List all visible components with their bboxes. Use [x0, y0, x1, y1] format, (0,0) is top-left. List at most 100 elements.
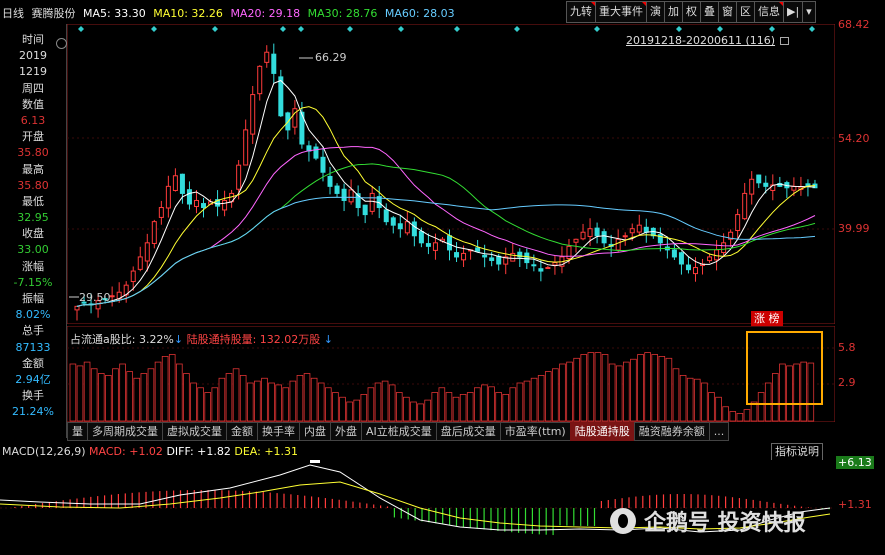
tab-multi-period-volume[interactable]: 多周期成交量	[87, 422, 163, 441]
candle-body	[109, 295, 115, 298]
play-end-icon[interactable]: ▶|	[783, 1, 804, 23]
holding-bar	[601, 354, 609, 422]
candle-body	[278, 76, 284, 117]
holding-bar	[701, 382, 708, 422]
holding-bar	[417, 403, 424, 422]
candle-body	[615, 238, 621, 251]
tab-pe-ttm[interactable]: 市盈率(ttm)	[499, 422, 571, 441]
candle-body	[222, 199, 228, 211]
demo-button[interactable]: 演	[646, 1, 665, 23]
stock-name: 赛腾股份	[31, 7, 76, 20]
price-axis-top: 68.42	[838, 18, 870, 31]
holding-bar	[282, 387, 290, 422]
tab-virtual-volume[interactable]: 虚拟成交量	[162, 422, 227, 441]
holding-bar	[367, 387, 375, 422]
candle-body	[165, 185, 171, 209]
holding-bar	[594, 352, 602, 422]
tab-outer[interactable]: 外盘	[330, 422, 362, 441]
info-button[interactable]: 信息	[754, 1, 784, 23]
price-axis-low: 39.99	[838, 222, 870, 235]
holding-bar	[140, 373, 148, 422]
tab-amount[interactable]: 金额	[226, 422, 258, 441]
tab-inner[interactable]: 内盘	[299, 422, 331, 441]
dropdown-arrow-icon[interactable]: ▾	[802, 1, 816, 23]
candle-body	[524, 252, 530, 264]
holding-bar	[296, 375, 304, 422]
holding-bar	[509, 387, 517, 422]
amount-label: 金额	[22, 356, 44, 370]
holding-bar	[360, 394, 368, 422]
macd-title[interactable]: MACD(12,26,9)	[2, 445, 86, 458]
holding-bar	[119, 363, 126, 422]
candle-body	[432, 242, 438, 251]
holding-bar	[474, 387, 481, 422]
tab-margin-balance[interactable]: 融资融券余额	[633, 422, 710, 441]
holding-bar	[530, 377, 538, 422]
major-events-button[interactable]: 重大事件	[595, 1, 647, 23]
ma10-value: MA10: 32.26	[153, 7, 223, 20]
holding-bar	[204, 392, 212, 422]
candle-body	[622, 235, 628, 238]
volume-label: 总手	[22, 324, 44, 338]
rights-button[interactable]: 权	[682, 1, 701, 23]
period-label[interactable]: 日线	[2, 7, 24, 20]
limit-up-tag[interactable]: 涨 榜	[751, 311, 783, 326]
candle-body	[425, 243, 431, 247]
holding-bar	[197, 387, 204, 422]
penguin-logo-icon	[610, 508, 636, 534]
candle-body	[172, 175, 178, 191]
candle-body	[742, 192, 748, 220]
toolbar: 九转 重大事件 演 加 权 叠 窗 区 信息 ▶| ▾	[566, 1, 816, 23]
holding-bar	[403, 396, 410, 422]
holding-bar	[615, 365, 623, 422]
tab-northbound-holding[interactable]: 陆股通持股	[569, 422, 635, 441]
tab-ai-volume[interactable]: AI立桩成交量	[361, 422, 437, 441]
lock-icon[interactable]	[780, 37, 789, 45]
candle-body	[271, 53, 277, 74]
holding-bar	[211, 387, 219, 422]
top-bar: 日线 赛腾股份 MA5: 33.30 MA10: 32.26 MA20: 29.…	[0, 0, 885, 24]
change-value: -7.15%	[13, 275, 53, 289]
candle-body	[454, 252, 460, 258]
candle-body	[678, 252, 684, 265]
candle-body	[74, 305, 80, 311]
holding-bar	[552, 368, 559, 422]
settings-icon[interactable]	[56, 38, 67, 49]
candle-body	[482, 254, 488, 258]
holding-bar	[544, 371, 552, 422]
low-value: 32.95	[17, 211, 49, 225]
range-button[interactable]: 区	[736, 1, 755, 23]
indicator-help-button[interactable]: 指标说明	[771, 443, 823, 461]
candle-body	[137, 256, 143, 270]
indicator-axis-mid: 2.9	[838, 376, 856, 389]
holding-bar	[729, 411, 737, 422]
candle-body	[341, 188, 347, 201]
change-label: 涨幅	[22, 259, 44, 273]
jiuzhuan-button[interactable]: 九转	[566, 1, 596, 23]
holding-bar	[225, 373, 233, 422]
overlay-button[interactable]: 叠	[700, 1, 719, 23]
watermark: 企鹅号 投资快报	[610, 505, 806, 537]
holding-bar	[76, 365, 84, 422]
macd-peak-marker	[310, 460, 320, 463]
candle-body	[369, 192, 375, 212]
holding-bar	[303, 373, 311, 422]
tab-after-hours-volume[interactable]: 盘后成交量	[435, 422, 501, 441]
tab-more[interactable]: ...	[708, 422, 730, 441]
macd-axis-mid: +1.31	[838, 498, 872, 511]
add-button[interactable]: 加	[664, 1, 683, 23]
holding-bar	[268, 382, 275, 422]
macd-legend: MACD(12,26,9) MACD: +1.02 DIFF: +1.82 DE…	[2, 445, 298, 458]
open-label: 开盘	[22, 130, 44, 144]
candlestick-chart[interactable]: 66.29 29.50	[67, 24, 835, 324]
candle-body	[130, 270, 136, 283]
window-button[interactable]: 窗	[718, 1, 737, 23]
tab-volume[interactable]: 量	[67, 422, 88, 441]
holding-bar	[502, 394, 510, 422]
tab-turnover[interactable]: 换手率	[257, 422, 300, 441]
holding-bar	[431, 392, 439, 422]
candle-body	[257, 65, 263, 95]
candle-body	[629, 228, 635, 234]
candle-body	[362, 204, 368, 216]
holding-bar	[133, 377, 141, 422]
